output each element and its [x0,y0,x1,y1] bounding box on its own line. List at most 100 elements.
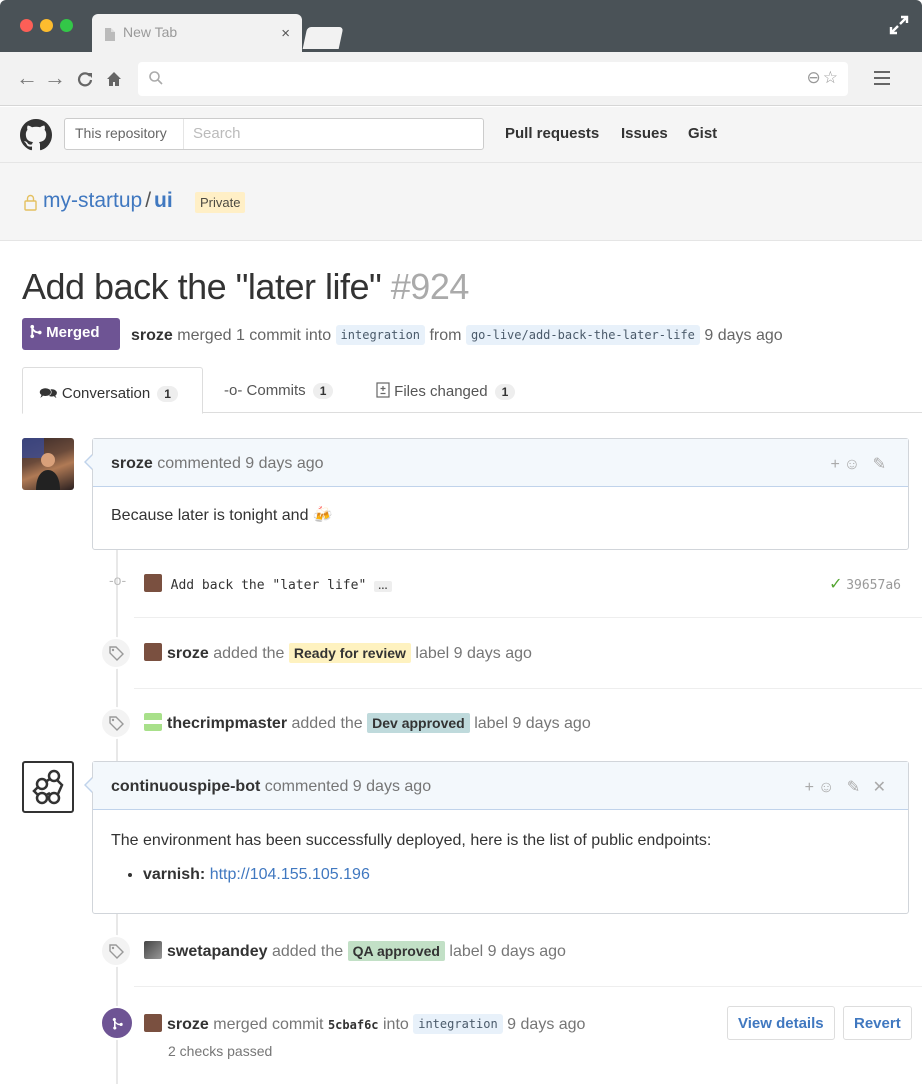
tag-icon [100,637,132,669]
merge-target-branch[interactable]: integration [413,1014,503,1034]
commit-sha[interactable]: 39657a6 [846,578,901,593]
label-event-text: thecrimpmaster added the Dev approved la… [144,713,591,733]
list-item: varnish: http://104.155.105.196 [143,866,890,884]
pr-title: Add back the "later life" #924 [22,266,469,308]
commit-expand-button[interactable]: … [373,581,392,592]
commit-message[interactable]: Add back the "later life" [171,578,367,593]
event-user[interactable]: swetapandey [167,943,267,960]
tab-close-icon[interactable]: × [281,25,290,42]
merge-time: 9 days ago [507,1016,586,1033]
label-qa-approved[interactable]: QA approved [347,941,445,961]
tab-conversation[interactable]: 🗪 Conversation 1 [22,367,203,414]
endpoint-separator: : [199,866,206,883]
label-ready-for-review[interactable]: Ready for review [288,643,411,663]
address-bar[interactable]: ⊖☆ [138,62,848,96]
nav-issues[interactable]: Issues [621,125,668,142]
home-icon[interactable] [106,71,122,87]
label-event: sroze added the Ready for review label 9… [100,637,909,671]
tab-title: New Tab [123,24,178,40]
minimize-window-button[interactable] [40,19,53,32]
comment-timestamp[interactable]: commented 9 days ago [157,455,323,472]
back-icon[interactable]: ← [16,66,38,90]
nav-gist[interactable]: Gist [688,125,717,142]
search-input[interactable]: Search [193,125,241,142]
reload-icon[interactable] [77,71,93,87]
event-suffix: label 9 days ago [415,645,532,662]
merge-icon [100,1006,134,1040]
search-scope-label: This repository [65,119,184,149]
edit-icon[interactable]: ✎ [847,779,864,796]
add-reaction-icon[interactable]: +☺ [830,456,864,473]
repo-owner-link[interactable]: my-startup [43,189,142,212]
event-prefix: added the [271,943,344,960]
event-suffix: label 9 days ago [449,943,566,960]
avatar[interactable] [144,574,162,592]
view-details-button[interactable]: View details [727,1006,835,1040]
avatar[interactable] [144,1014,162,1032]
event-prefix: added the [291,715,363,732]
tab-commits-label: Commits [246,382,306,399]
event-user[interactable]: sroze [167,645,209,662]
avatar[interactable] [144,941,162,959]
divider [134,617,922,618]
pr-tabs: 🗪 Conversation 1 -o- Commits 1 Files chang… [22,367,922,414]
commit-event: -o- Add back the "later life" … ✓ 39657a… [100,570,909,598]
avatar[interactable] [144,643,162,661]
check-icon[interactable]: ✓ [829,576,842,593]
file-diff-icon [376,382,390,398]
forward-icon[interactable]: → [44,66,66,90]
close-window-button[interactable] [20,19,33,32]
maximize-window-button[interactable] [60,19,73,32]
close-icon[interactable]: ✕ [873,779,890,796]
page-icon [105,28,115,41]
merge-icon [30,324,42,339]
event-user[interactable]: thecrimpmaster [167,715,287,732]
new-tab-button[interactable] [302,27,344,49]
commit-node-icon: -o- [109,572,127,588]
comment-actions: +☺ ✎ ✕ [805,777,890,797]
comment-author[interactable]: continuouspipe-bot [111,778,260,795]
merged-state-label: Merged [46,324,100,341]
merge-event-text: sroze merged commit 5cbaf6c into integra… [144,1014,585,1034]
divider [134,688,922,689]
revert-button[interactable]: Revert [843,1006,912,1040]
endpoint-link[interactable]: http://104.155.105.196 [210,866,370,883]
label-event-text: swetapandey added the QA approved label … [144,941,566,961]
tag-icon [100,935,132,967]
tab-commits[interactable]: -o- Commits 1 [208,367,349,413]
endpoint-list: varnish: http://104.155.105.196 [111,866,890,884]
repo-name-link[interactable]: ui [154,189,173,212]
browser-toolbar: ← → ⊖☆ [0,52,922,106]
tab-files-changed[interactable]: Files changed 1 [360,367,531,413]
pr-meta: sroze merged 1 commit into integration f… [131,325,783,345]
label-dev-approved[interactable]: Dev approved [367,713,470,733]
fullscreen-icon[interactable] [888,14,910,36]
github-logo-icon[interactable] [20,119,52,151]
circuit-icon [32,769,64,805]
head-branch[interactable]: go-live/add-back-the-later-life [465,325,700,345]
pr-author[interactable]: sroze [131,327,173,344]
event-user[interactable]: sroze [167,1016,209,1033]
zoom-and-star-icons[interactable]: ⊖☆ [807,68,840,88]
add-reaction-icon[interactable]: +☺ [805,779,839,796]
repo-title: my-startup / ui [43,189,173,213]
browser-titlebar: New Tab × [0,0,922,52]
pr-number: #924 [390,266,470,307]
avatar[interactable] [22,761,74,813]
tab-commits-count: 1 [312,383,334,399]
lock-icon [24,194,37,211]
base-branch[interactable]: integration [335,325,426,345]
merge-commit-sha[interactable]: 5cbaf6c [328,1018,379,1032]
avatar[interactable] [144,713,162,731]
comment-timestamp[interactable]: commented 9 days ago [265,778,431,795]
nav-pull-requests[interactable]: Pull requests [505,125,599,142]
browser-menu-icon[interactable] [874,71,890,89]
search-box[interactable]: This repository Search [64,118,484,150]
avatar[interactable] [22,438,74,490]
edit-icon[interactable]: ✎ [873,456,890,473]
endpoint-name: varnish [143,866,200,883]
checks-status[interactable]: 2 checks passed [168,1043,272,1059]
pr-merged-text: merged 1 commit into [177,327,332,344]
browser-tab[interactable]: New Tab × [92,14,302,52]
comment-author[interactable]: sroze [111,455,153,472]
